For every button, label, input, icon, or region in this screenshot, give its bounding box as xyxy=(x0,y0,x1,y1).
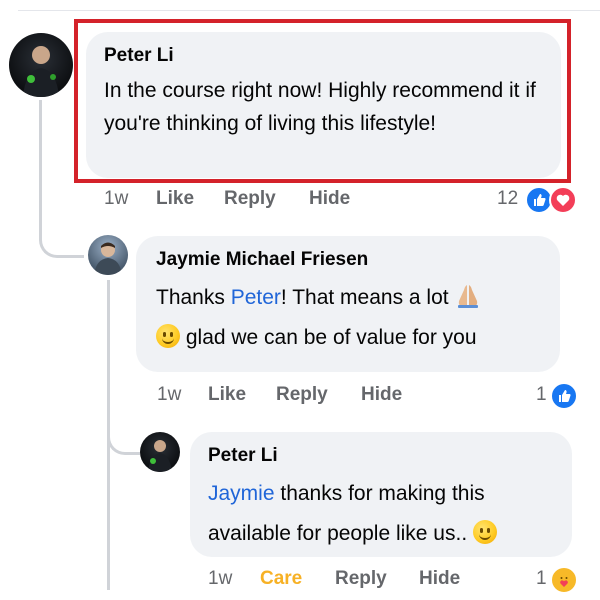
divider xyxy=(18,10,600,11)
avatar[interactable] xyxy=(140,432,180,472)
avatar[interactable] xyxy=(9,33,73,97)
comment-bubble: Peter Li Jaymie thanks for making this a… xyxy=(190,432,572,557)
thread-branch xyxy=(39,225,84,258)
thread-branch xyxy=(107,425,140,455)
reaction-count: 1 xyxy=(536,384,547,405)
comment-text: Jaymie thanks for making this available … xyxy=(208,474,554,554)
comment-text: Thanks Peter! That means a lot glad we c… xyxy=(156,278,540,358)
comment-timestamp[interactable]: 1w xyxy=(208,568,232,590)
care-icon xyxy=(550,566,578,594)
text-segment: ! That means a lot xyxy=(280,286,449,309)
comment-timestamp[interactable]: 1w xyxy=(104,188,128,210)
comment-bubble: Jaymie Michael Friesen Thanks Peter! Tha… xyxy=(136,236,560,372)
avatar[interactable] xyxy=(88,235,128,275)
slightly-smiling-face-emoji xyxy=(473,520,498,544)
like-icon xyxy=(550,382,578,410)
comment-author[interactable]: Jaymie Michael Friesen xyxy=(156,248,540,272)
reply-button[interactable]: Reply xyxy=(224,188,276,210)
mention-link[interactable]: Peter xyxy=(231,286,281,309)
hide-button[interactable]: Hide xyxy=(419,568,460,590)
comment-author[interactable]: Peter Li xyxy=(208,444,554,468)
highlight-box xyxy=(74,19,571,183)
text-segment: thanks for making this xyxy=(274,482,485,505)
hide-button[interactable]: Hide xyxy=(309,188,350,210)
comment-timestamp[interactable]: 1w xyxy=(157,384,181,406)
mention-link[interactable]: Jaymie xyxy=(208,482,275,505)
folded-hands-emoji xyxy=(458,285,479,308)
slightly-smiling-face-emoji xyxy=(156,324,180,348)
text-segment: available for people like us.. xyxy=(208,522,468,545)
thread-line xyxy=(39,100,42,240)
reaction-count: 1 xyxy=(536,568,547,589)
reply-button[interactable]: Reply xyxy=(335,568,387,590)
reaction-count: 12 xyxy=(497,188,519,209)
text-segment: Thanks xyxy=(156,286,231,309)
love-icon xyxy=(549,186,577,214)
reply-button[interactable]: Reply xyxy=(276,384,328,406)
care-button[interactable]: Care xyxy=(260,568,302,590)
like-button[interactable]: Like xyxy=(208,384,246,406)
text-segment: glad we can be of value for you xyxy=(185,326,477,349)
hide-button[interactable]: Hide xyxy=(361,384,402,406)
like-button[interactable]: Like xyxy=(156,188,194,210)
